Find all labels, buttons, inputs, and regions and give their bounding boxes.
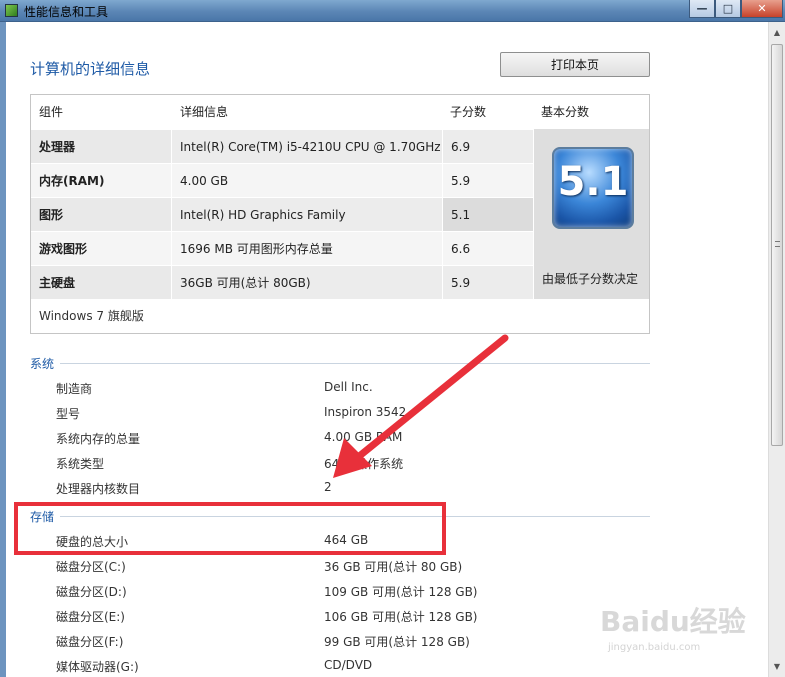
base-score-panel: 5.1 由最低子分数决定 bbox=[534, 129, 649, 299]
info-value: 4.00 GB RAM bbox=[324, 430, 403, 444]
row-component: 处理器 bbox=[39, 140, 76, 154]
base-score-caption: 由最低子分数决定 bbox=[542, 272, 639, 286]
vertical-scrollbar[interactable]: ▲ ▼ bbox=[768, 22, 785, 677]
section-title-system: 系统 bbox=[30, 357, 55, 371]
table-row: 主硬盘 36GB 可用(总计 80GB) 5.9 bbox=[31, 265, 533, 299]
info-value: 99 GB 可用(总计 128 GB) bbox=[324, 635, 470, 649]
info-value: 109 GB 可用(总计 128 GB) bbox=[324, 585, 478, 599]
scroll-down-icon[interactable]: ▼ bbox=[772, 662, 782, 672]
row-subscore: 5.9 bbox=[451, 174, 471, 188]
row-subscore: 6.6 bbox=[451, 242, 471, 256]
row-component: 主硬盘 bbox=[39, 276, 76, 290]
info-key: 磁盘分区(E:) bbox=[56, 610, 125, 624]
info-value: 106 GB 可用(总计 128 GB) bbox=[324, 610, 478, 624]
list-item: 型号 Inspiron 3542 bbox=[0, 401, 760, 426]
info-value: 36 GB 可用(总计 80 GB) bbox=[324, 560, 463, 574]
window-titlebar[interactable]: 性能信息和工具 — □ ✕ bbox=[0, 0, 785, 22]
close-button[interactable]: ✕ bbox=[741, 0, 783, 18]
info-key: 处理器内核数目 bbox=[56, 482, 141, 496]
baidu-watermark: Baidu经验 jingyan.baidu.com bbox=[600, 600, 750, 660]
grip-icon bbox=[775, 241, 780, 247]
row-subscore: 6.9 bbox=[451, 140, 471, 154]
window-controls: — □ ✕ bbox=[689, 0, 783, 18]
header-details: 详细信息 bbox=[180, 105, 229, 119]
info-value: 64 位操作系统 bbox=[324, 457, 404, 471]
info-value: Inspiron 3542 bbox=[324, 405, 407, 419]
info-key: 系统类型 bbox=[56, 457, 105, 471]
info-value: CD/DVD bbox=[324, 658, 373, 672]
windows-experience-badge-icon: 5.1 bbox=[552, 147, 634, 229]
row-details: Intel(R) HD Graphics Family bbox=[180, 208, 346, 222]
row-component: 图形 bbox=[39, 208, 64, 222]
watermark-url: jingyan.baidu.com bbox=[608, 642, 701, 653]
score-table: 组件 详细信息 子分数 基本分数 处理器 Intel(R) Core(TM) i… bbox=[30, 94, 650, 334]
scroll-thumb[interactable] bbox=[771, 44, 783, 446]
list-item: 系统类型 64 位操作系统 bbox=[0, 451, 760, 476]
table-row: 处理器 Intel(R) Core(TM) i5-4210U CPU @ 1.7… bbox=[31, 129, 533, 163]
watermark-logo: Baidu经验 bbox=[600, 605, 746, 638]
maximize-button[interactable]: □ bbox=[715, 0, 741, 18]
info-value: Dell Inc. bbox=[324, 380, 373, 394]
info-key: 型号 bbox=[56, 407, 81, 421]
scroll-up-icon[interactable]: ▲ bbox=[772, 28, 782, 38]
table-row: 图形 Intel(R) HD Graphics Family 5.1 bbox=[31, 197, 533, 231]
header-subscore: 子分数 bbox=[450, 105, 487, 119]
info-key: 磁盘分区(C:) bbox=[56, 560, 126, 574]
os-edition: Windows 7 旗舰版 bbox=[39, 309, 144, 323]
row-component: 游戏图形 bbox=[39, 242, 88, 256]
list-item: 处理器内核数目 2 bbox=[0, 476, 760, 501]
info-key: 制造商 bbox=[56, 382, 93, 396]
row-subscore: 5.1 bbox=[451, 208, 471, 222]
row-details: 4.00 GB bbox=[180, 174, 229, 188]
annotation-highlight-box bbox=[14, 502, 446, 555]
minimize-button[interactable]: — bbox=[689, 0, 715, 18]
score-table-header: 组件 详细信息 子分数 基本分数 bbox=[31, 95, 649, 129]
list-item: 磁盘分区(C:) 36 GB 可用(总计 80 GB) bbox=[0, 554, 760, 579]
row-details: 36GB 可用(总计 80GB) bbox=[180, 276, 311, 290]
page-title: 计算机的详细信息 bbox=[30, 60, 151, 78]
base-score-value: 5.1 bbox=[557, 159, 629, 205]
info-value: 2 bbox=[324, 480, 332, 494]
header-component: 组件 bbox=[39, 105, 64, 119]
app-icon bbox=[5, 4, 18, 17]
table-row: 游戏图形 1696 MB 可用图形内存总量 6.6 bbox=[31, 231, 533, 265]
info-key: 磁盘分区(F:) bbox=[56, 635, 124, 649]
table-row: 内存(RAM) 4.00 GB 5.9 bbox=[31, 163, 533, 197]
list-item: 制造商 Dell Inc. bbox=[0, 376, 760, 401]
info-key: 系统内存的总量 bbox=[56, 432, 141, 446]
row-details: Intel(R) Core(TM) i5-4210U CPU @ 1.70GHz bbox=[180, 140, 441, 154]
info-key: 媒体驱动器(G:) bbox=[56, 660, 139, 674]
info-key: 磁盘分区(D:) bbox=[56, 585, 127, 599]
list-item: 系统内存的总量 4.00 GB RAM bbox=[0, 426, 760, 451]
row-component: 内存(RAM) bbox=[39, 174, 105, 188]
section-divider bbox=[60, 363, 650, 364]
print-page-button[interactable]: 打印本页 bbox=[500, 52, 650, 77]
row-details: 1696 MB 可用图形内存总量 bbox=[180, 242, 333, 256]
header-base-score: 基本分数 bbox=[541, 105, 590, 119]
row-subscore: 5.9 bbox=[451, 276, 471, 290]
window-title: 性能信息和工具 bbox=[24, 5, 109, 19]
